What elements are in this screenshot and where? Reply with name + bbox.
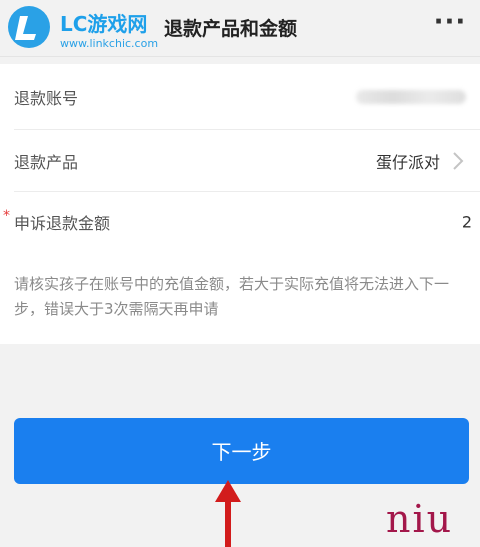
- refund-account-value-blurred: [356, 90, 466, 104]
- more-options-button[interactable]: ···: [430, 8, 470, 44]
- refund-product-value: 蛋仔派对: [375, 153, 440, 172]
- refund-account-row: 退款账号: [0, 64, 480, 130]
- notice-text: 请核实孩子在账号中的充值金额，若大于实际充值将无法进入下一步，错误大于3次需隔天…: [14, 275, 450, 318]
- refund-product-row[interactable]: 退款产品 蛋仔派对: [0, 130, 480, 192]
- top-header: LC游戏网 www.linkchic.com 退款产品和金额 ···: [0, 0, 480, 57]
- notice-panel: 请核实孩子在账号中的充值金额，若大于实际充值将无法进入下一步，错误大于3次需隔天…: [0, 254, 480, 344]
- next-step-button[interactable]: 下一步: [14, 418, 469, 484]
- refund-amount-input[interactable]: 2: [462, 213, 472, 232]
- refund-amount-label: 申诉退款金额: [14, 214, 111, 233]
- refund-account-label: 退款账号: [14, 89, 79, 108]
- lc-logo-icon: [8, 6, 50, 48]
- required-mark: *: [3, 208, 10, 224]
- logo-url: www.linkchic.com: [60, 37, 159, 50]
- watermark-text: niu: [386, 497, 454, 541]
- logo-text: LC游戏网: [60, 12, 148, 36]
- chevron-right-icon: [453, 152, 464, 170]
- page-title: 退款产品和金额: [164, 18, 298, 40]
- pointer-arrow-icon: [215, 480, 241, 547]
- refund-amount-row: * 申诉退款金额 2: [0, 192, 480, 254]
- refund-product-label: 退款产品: [14, 153, 79, 172]
